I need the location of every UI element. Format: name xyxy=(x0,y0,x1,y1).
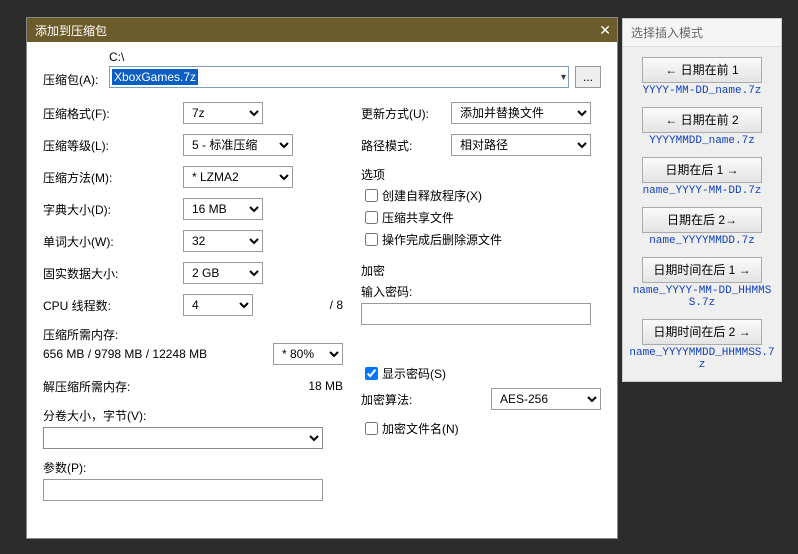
encnames-checkbox[interactable] xyxy=(365,422,378,435)
pwd-label: 输入密码: xyxy=(361,283,601,300)
threads-select[interactable]: 4 xyxy=(183,294,253,316)
insert-mode-code-2: YYYYMMDD_name.7z xyxy=(623,135,781,147)
insert-mode-button-3[interactable]: 日期在后 1 → xyxy=(642,157,762,183)
algo-label: 加密算法: xyxy=(361,391,451,408)
opt-delete-row[interactable]: 操作完成后删除源文件 xyxy=(365,231,601,248)
titlebar: 添加到压缩包 ✕ xyxy=(27,18,617,42)
opt-delete-checkbox[interactable] xyxy=(365,233,378,246)
chevron-down-icon: ▾ xyxy=(561,72,566,83)
split-label: 分卷大小，字节(V): xyxy=(43,407,343,424)
archive-label: 压缩包(A): xyxy=(43,71,103,88)
opt-delete-label: 操作完成后删除源文件 xyxy=(382,231,502,248)
insert-mode-panel: 选择插入模式 ← 日期在前 1 YYYY-MM-DD_name.7z ← 日期在前 … xyxy=(622,18,782,382)
dict-label: 字典大小(D): xyxy=(43,201,183,218)
showpwd-checkbox[interactable] xyxy=(365,367,378,380)
add-to-archive-dialog: 添加到压缩包 ✕ 压缩包(A): C:\ XboxGames.7z ▾ ... xyxy=(27,18,617,538)
algo-select[interactable]: AES-256 xyxy=(491,388,601,410)
level-select[interactable]: 5 - 标准压缩 xyxy=(183,134,293,156)
insert-mode-button-2[interactable]: ← 日期在前 2 xyxy=(642,107,762,133)
word-select[interactable]: 32 xyxy=(183,230,263,252)
browse-button[interactable]: ... xyxy=(575,66,601,88)
opt-sfx-row[interactable]: 创建自释放程序(X) xyxy=(365,187,601,204)
word-label: 单词大小(W): xyxy=(43,233,183,250)
options-label: 选项 xyxy=(361,166,601,183)
panel-title: 选择插入模式 xyxy=(623,19,781,47)
threads-total: / 8 xyxy=(330,298,343,312)
insert-mode-button-6[interactable]: 日期时间在后 2 → xyxy=(642,319,762,345)
split-select[interactable] xyxy=(43,427,323,449)
pathmode-label: 路径模式: xyxy=(361,137,451,154)
mem-comp-label: 压缩所需内存: xyxy=(43,326,343,343)
update-select[interactable]: 添加并替换文件 xyxy=(451,102,591,124)
encnames-row[interactable]: 加密文件名(N) xyxy=(365,420,601,437)
opt-sfx-checkbox[interactable] xyxy=(365,189,378,202)
mem-decomp-value: 18 MB xyxy=(308,379,343,393)
params-label: 参数(P): xyxy=(43,459,343,476)
enc-label: 加密 xyxy=(361,262,601,279)
insert-mode-code-4: name_YYYYMMDD.7z xyxy=(623,235,781,247)
method-select[interactable]: * LZMA2 xyxy=(183,166,293,188)
encnames-label: 加密文件名(N) xyxy=(382,420,459,437)
opt-shared-row[interactable]: 压缩共享文件 xyxy=(365,209,601,226)
dialog-title: 添加到压缩包 xyxy=(35,22,107,39)
insert-mode-code-6: name_YYYYMMDD_HHMMSS.7z xyxy=(623,347,781,371)
pathmode-select[interactable]: 相对路径 xyxy=(451,134,591,156)
insert-mode-code-3: name_YYYY-MM-DD.7z xyxy=(623,185,781,197)
solid-label: 固实数据大小: xyxy=(43,265,183,282)
format-select[interactable]: 7z xyxy=(183,102,263,124)
solid-select[interactable]: 2 GB xyxy=(183,262,263,284)
showpwd-label: 显示密码(S) xyxy=(382,365,446,382)
insert-mode-button-4[interactable]: 日期在后 2→ xyxy=(642,207,762,233)
update-label: 更新方式(U): xyxy=(361,105,451,122)
method-label: 压缩方法(M): xyxy=(43,169,183,186)
opt-shared-checkbox[interactable] xyxy=(365,211,378,224)
level-label: 压缩等级(L): xyxy=(43,137,183,154)
insert-mode-code-5: name_YYYY-MM-DD_HHMMSS.7z xyxy=(623,285,781,309)
archive-path-select[interactable]: XboxGames.7z ▾ xyxy=(109,66,569,88)
showpwd-row[interactable]: 显示密码(S) xyxy=(365,365,601,382)
opt-sfx-label: 创建自释放程序(X) xyxy=(382,187,482,204)
threads-label: CPU 线程数: xyxy=(43,297,183,314)
dict-select[interactable]: 16 MB xyxy=(183,198,263,220)
insert-mode-code-1: YYYY-MM-DD_name.7z xyxy=(623,85,781,97)
mem-pct-select[interactable]: * 80% xyxy=(273,343,343,365)
password-input[interactable] xyxy=(361,303,591,325)
params-input[interactable] xyxy=(43,479,323,501)
path-dir-label: C:\ xyxy=(109,50,569,64)
mem-comp-value: 656 MB / 9798 MB / 12248 MB xyxy=(43,347,207,361)
insert-mode-button-1[interactable]: ← 日期在前 1 xyxy=(642,57,762,83)
close-icon[interactable]: ✕ xyxy=(599,22,611,39)
format-label: 压缩格式(F): xyxy=(43,105,183,122)
insert-mode-button-5[interactable]: 日期时间在后 1 → xyxy=(642,257,762,283)
opt-shared-label: 压缩共享文件 xyxy=(382,209,454,226)
mem-decomp-label: 解压缩所需内存: xyxy=(43,378,308,395)
archive-path-value: XboxGames.7z xyxy=(112,69,198,85)
